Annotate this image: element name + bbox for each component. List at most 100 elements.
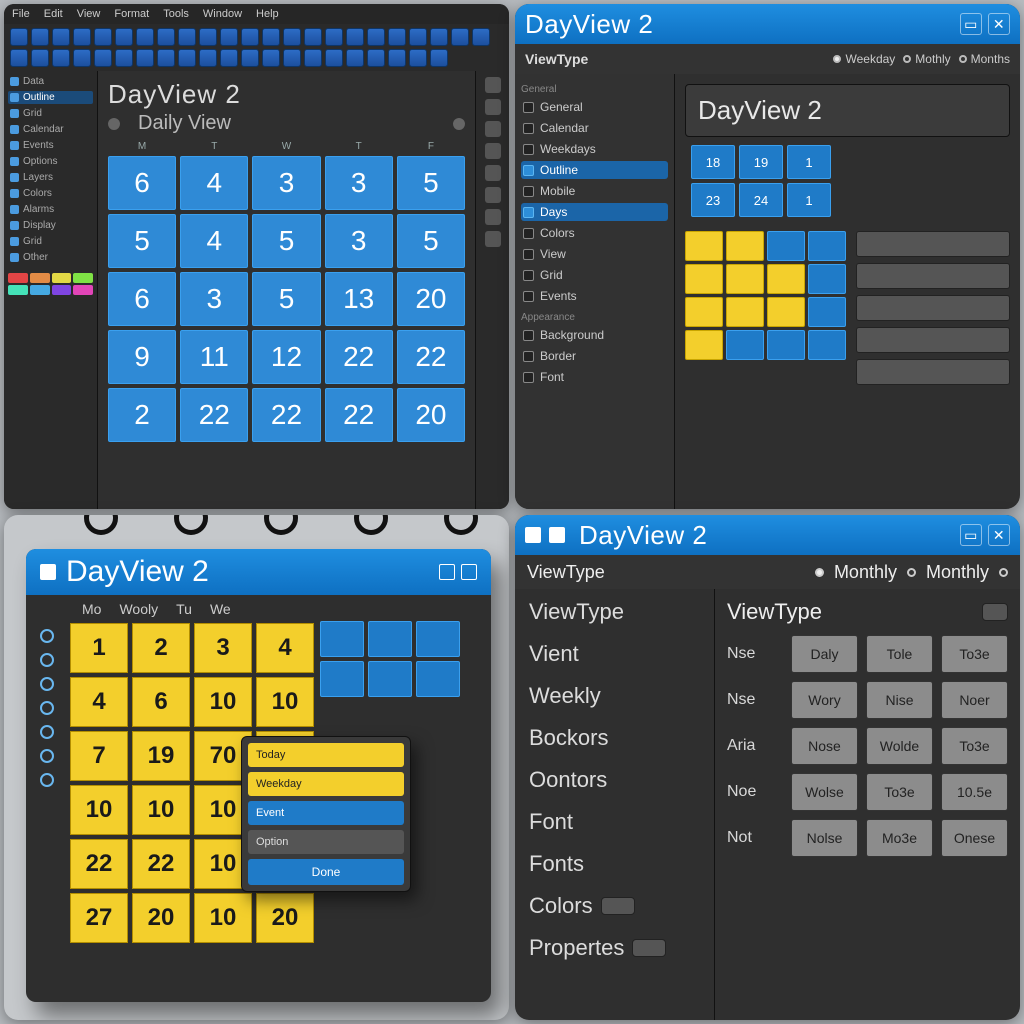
tool-icon[interactable] bbox=[485, 143, 501, 159]
mini-cell[interactable]: 1 bbox=[787, 145, 831, 179]
toolbar-icon[interactable] bbox=[220, 28, 238, 46]
tool-icon[interactable] bbox=[485, 77, 501, 93]
calendar-cell[interactable]: 20 bbox=[397, 388, 465, 442]
sidebar-item[interactable]: Colors bbox=[8, 187, 93, 200]
mini-cell[interactable]: 19 bbox=[739, 145, 783, 179]
color-cell[interactable] bbox=[685, 231, 723, 261]
toolbar-icon[interactable] bbox=[451, 28, 469, 46]
sidebar-item[interactable]: Alarms bbox=[8, 203, 93, 216]
calendar-cell[interactable]: 3 bbox=[194, 623, 252, 673]
color-cell[interactable] bbox=[726, 264, 764, 294]
toolbar-icon[interactable] bbox=[388, 49, 406, 67]
popup-row[interactable]: Today bbox=[248, 743, 404, 767]
toolbar-icon[interactable] bbox=[367, 28, 385, 46]
mini-cell[interactable]: 24 bbox=[739, 183, 783, 217]
option-row[interactable]: Days bbox=[521, 203, 668, 221]
calendar-cell[interactable]: 22 bbox=[70, 839, 128, 889]
tool-icon[interactable] bbox=[485, 209, 501, 225]
option-row[interactable]: Background bbox=[521, 326, 668, 344]
toolbar-icon[interactable] bbox=[52, 49, 70, 67]
color-cell[interactable] bbox=[767, 330, 805, 360]
calendar-cell[interactable]: 10 bbox=[132, 785, 190, 835]
titlebar[interactable]: DayView 2 bbox=[26, 549, 491, 595]
swatch[interactable] bbox=[8, 273, 28, 283]
menu-file[interactable]: File bbox=[12, 8, 30, 20]
toolbar-icon[interactable] bbox=[10, 49, 28, 67]
radio-icon[interactable] bbox=[999, 568, 1008, 577]
checkbox-icon[interactable] bbox=[523, 207, 534, 218]
option-row[interactable]: Grid bbox=[521, 266, 668, 284]
tool-icon[interactable] bbox=[485, 231, 501, 247]
property-item[interactable]: Font bbox=[529, 809, 700, 835]
calendar-cell[interactable]: 20 bbox=[132, 893, 190, 943]
calendar-cell[interactable]: 6 bbox=[132, 677, 190, 727]
viewtype-option[interactable]: Mothly bbox=[903, 52, 950, 66]
side-button[interactable] bbox=[856, 327, 1010, 353]
property-item[interactable]: Vient bbox=[529, 641, 700, 667]
toolbar-icon[interactable] bbox=[346, 49, 364, 67]
checkbox-icon[interactable] bbox=[523, 372, 534, 383]
checkbox-icon[interactable] bbox=[523, 228, 534, 239]
tool-icon[interactable] bbox=[485, 121, 501, 137]
property-item[interactable]: Colors bbox=[529, 893, 700, 919]
row-selectors[interactable] bbox=[26, 621, 68, 1002]
side-button[interactable] bbox=[856, 263, 1010, 289]
checkbox-icon[interactable] bbox=[523, 291, 534, 302]
property-item[interactable]: Propertes bbox=[529, 935, 700, 961]
toolbar-icon[interactable] bbox=[73, 49, 91, 67]
checkbox-icon[interactable] bbox=[523, 165, 534, 176]
color-cell[interactable] bbox=[808, 231, 846, 261]
toolbar-icon[interactable] bbox=[199, 49, 217, 67]
value-slot[interactable] bbox=[601, 897, 635, 915]
value-cell[interactable]: Nise bbox=[866, 681, 933, 719]
toolbar-icon[interactable] bbox=[220, 49, 238, 67]
calendar-cell[interactable]: 5 bbox=[108, 214, 176, 268]
checkbox-icon[interactable] bbox=[523, 144, 534, 155]
toolbar-icon[interactable] bbox=[115, 28, 133, 46]
sidebar-item[interactable]: Other bbox=[8, 251, 93, 264]
color-cell[interactable] bbox=[767, 297, 805, 327]
value-cell[interactable]: To3e bbox=[941, 635, 1008, 673]
tool-icon[interactable] bbox=[485, 165, 501, 181]
toolbar-icon[interactable] bbox=[115, 49, 133, 67]
close-button[interactable]: ✕ bbox=[988, 13, 1010, 35]
calendar-cell[interactable]: 9 bbox=[108, 330, 176, 384]
color-cell[interactable] bbox=[808, 297, 846, 327]
sidebar-item[interactable]: Options bbox=[8, 155, 93, 168]
color-palette[interactable] bbox=[8, 273, 93, 295]
toolbar-icon[interactable] bbox=[325, 49, 343, 67]
sidebar-item[interactable]: Data bbox=[8, 75, 93, 88]
toolbar-icon[interactable] bbox=[178, 49, 196, 67]
toolbar-icon[interactable] bbox=[31, 28, 49, 46]
row-radio-icon[interactable] bbox=[40, 653, 54, 667]
calendar-cell[interactable]: 3 bbox=[252, 156, 320, 210]
value-cell[interactable]: 10.5e bbox=[941, 773, 1008, 811]
toolbar-icon[interactable] bbox=[325, 28, 343, 46]
option-row[interactable]: Events bbox=[521, 287, 668, 305]
popup-row[interactable]: Option bbox=[248, 830, 404, 854]
calendar-cell[interactable]: 2 bbox=[108, 388, 176, 442]
calendar-cell[interactable]: 10 bbox=[194, 677, 252, 727]
menu-view[interactable]: View bbox=[77, 8, 101, 20]
side-button[interactable] bbox=[856, 295, 1010, 321]
calendar-cell[interactable]: 20 bbox=[397, 272, 465, 326]
calendar-cell[interactable]: 22 bbox=[325, 388, 393, 442]
property-item[interactable]: ViewType bbox=[529, 599, 700, 625]
color-cell[interactable] bbox=[726, 231, 764, 261]
checkbox-icon[interactable] bbox=[523, 330, 534, 341]
toolbar-icon[interactable] bbox=[241, 28, 259, 46]
toolbar-icon[interactable] bbox=[346, 28, 364, 46]
toolbar-icon[interactable] bbox=[157, 49, 175, 67]
swatch[interactable] bbox=[73, 273, 93, 283]
option-row[interactable]: Calendar bbox=[521, 119, 668, 137]
calendar-cell[interactable]: 3 bbox=[325, 214, 393, 268]
option-row[interactable]: Font bbox=[521, 368, 668, 386]
calendar-grid[interactable]: 64335545356351320911122222222222220 bbox=[108, 156, 465, 442]
value-cell[interactable]: Tole bbox=[866, 635, 933, 673]
minimize-button[interactable]: ▭ bbox=[960, 13, 982, 35]
row-radio-icon[interactable] bbox=[40, 701, 54, 715]
toolbar-icon[interactable] bbox=[136, 49, 154, 67]
mini-cell[interactable]: 18 bbox=[691, 145, 735, 179]
mini-cell[interactable]: 1 bbox=[787, 183, 831, 217]
toolbar-icon[interactable] bbox=[472, 28, 490, 46]
